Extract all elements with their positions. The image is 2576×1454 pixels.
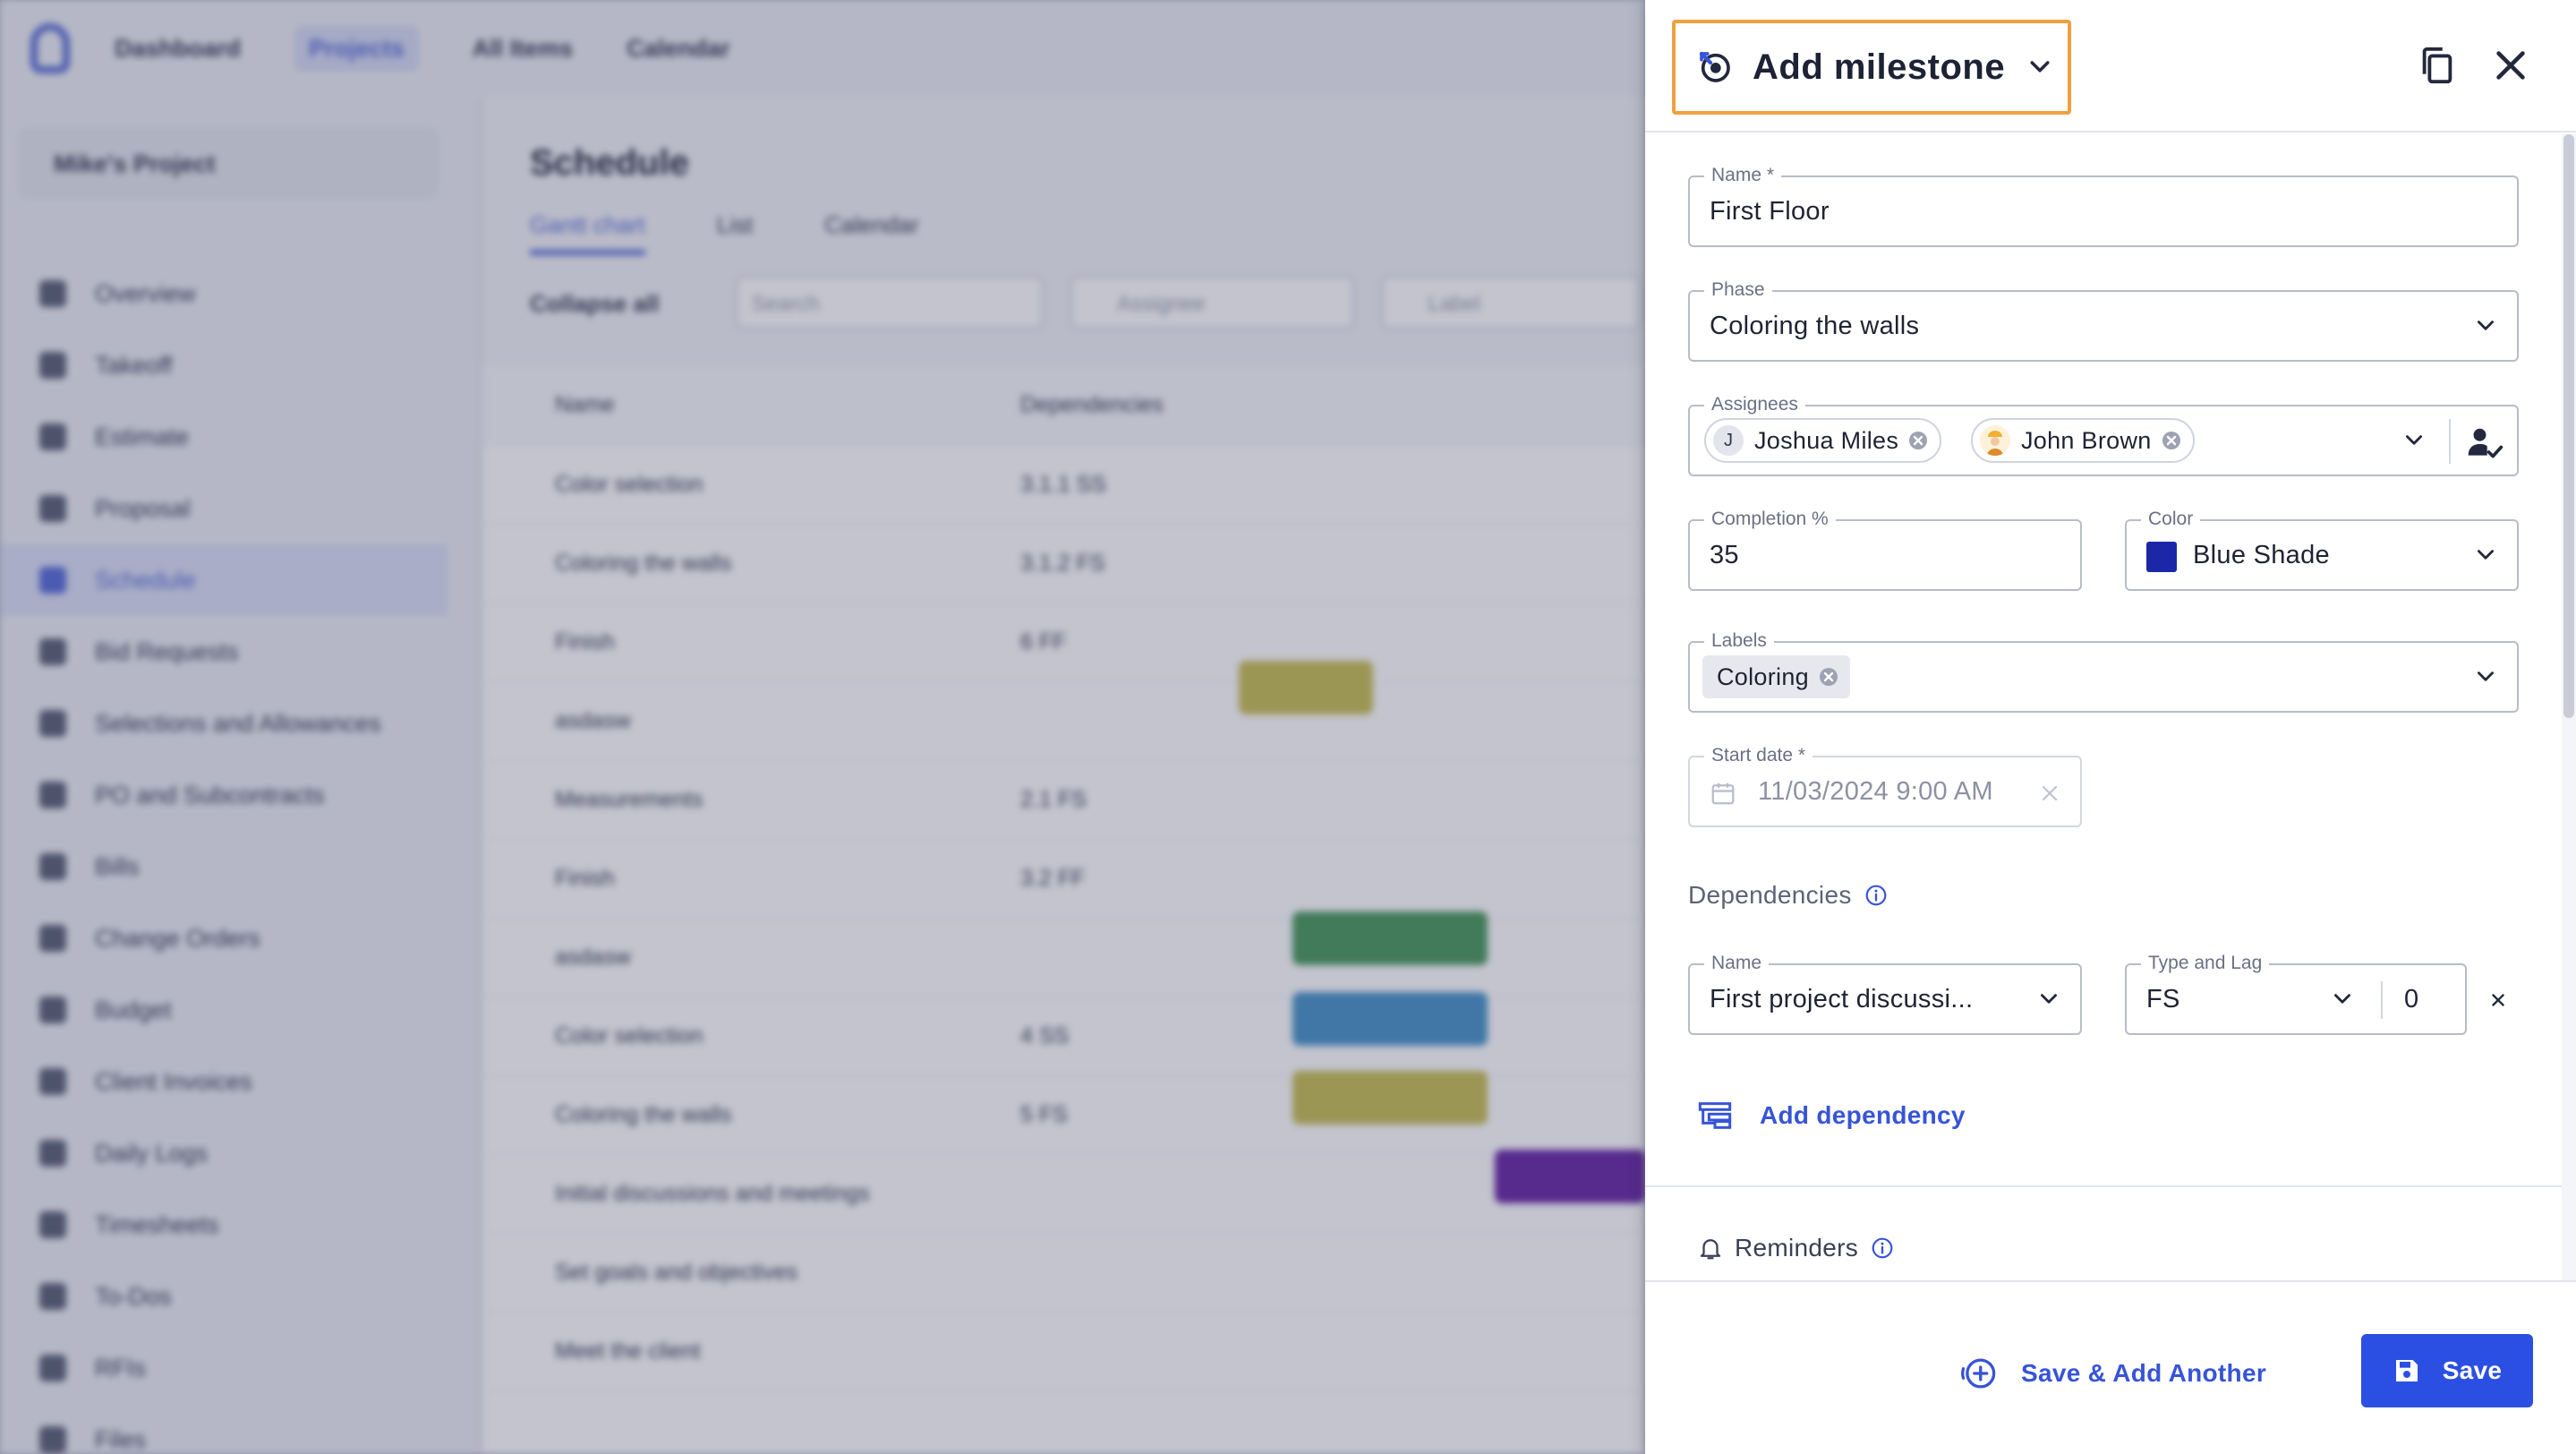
color-swatch (2146, 542, 2177, 572)
drawer-form: Name * First Floor Phase Coloring the wa… (1645, 134, 2562, 1280)
reminders-section-title: Reminders (1697, 1234, 1894, 1262)
save-and-add-another-button[interactable]: Save & Add Another (1960, 1338, 2266, 1409)
assign-user-icon[interactable] (2465, 423, 2504, 462)
drawer-header: Add milestone (1645, 0, 2576, 133)
assignee-chip-john-brown: John Brown (1971, 418, 2195, 463)
dependency-type-lag-field: Type and Lag FS 0 (2125, 953, 2467, 1035)
remove-chip-icon[interactable] (2161, 430, 2182, 451)
start-date-field[interactable]: Start date * 11/03/2024 9:00 AM (1688, 745, 2082, 827)
dependencies-section-title: Dependencies (1688, 881, 1888, 910)
color-select[interactable]: Color Blue Shade (2125, 509, 2519, 591)
completion-value: 35 (1710, 540, 1739, 569)
floppy-disk-icon (2395, 1360, 2418, 1381)
calendar-icon (1711, 783, 1735, 805)
avatar: J (1713, 425, 1744, 456)
dependency-type-select[interactable]: FS (2146, 965, 2180, 1033)
label-chip-coloring: Coloring (1702, 655, 1850, 698)
section-divider (1645, 1185, 2562, 1187)
drawer-scrollbar[interactable] (2562, 134, 2576, 1280)
info-icon[interactable] (1871, 1236, 1894, 1260)
dependency-name-select[interactable]: Name First project discussi... (1688, 953, 2082, 1035)
labels-label: Labels (1704, 630, 1774, 652)
assignee-chip-joshua-miles: J Joshua Miles (1704, 418, 1942, 463)
reminders-title-text: Reminders (1735, 1234, 1859, 1262)
chevron-down-icon (2478, 671, 2494, 681)
remove-chip-icon[interactable] (1818, 666, 1839, 688)
name-value: First Floor (1710, 196, 1830, 226)
name-field[interactable]: Name * First Floor (1688, 165, 2519, 247)
add-dependency-icon (1698, 1102, 1732, 1129)
worker-avatar-icon (1980, 425, 2010, 456)
drawer-title: Add milestone (1753, 47, 2006, 87)
color-value: Blue Shade (2193, 540, 2330, 569)
add-dependency-label: Add dependency (1760, 1101, 1966, 1129)
milestone-icon (1699, 51, 1730, 82)
save-label: Save (2442, 1356, 2503, 1384)
dependencies-title-text: Dependencies (1688, 881, 1852, 909)
modal-backdrop[interactable] (0, 0, 1645, 1454)
divider (2381, 981, 2383, 1019)
remove-chip-icon[interactable] (1907, 430, 1929, 451)
label-tag-text: Coloring (1717, 663, 1809, 690)
bell-icon (1700, 1239, 1721, 1260)
remove-dependency-icon[interactable] (2488, 990, 2508, 1010)
copy-icon[interactable] (2417, 45, 2458, 86)
close-icon[interactable] (2490, 45, 2531, 86)
item-type-selector[interactable]: Add milestone (1672, 20, 2071, 115)
color-label: Color (2141, 509, 2201, 530)
chevron-down-icon (2406, 435, 2422, 445)
dependency-lag-input[interactable]: 0 (2404, 965, 2418, 1033)
scrollbar-thumb[interactable] (2563, 134, 2574, 718)
clear-date-icon[interactable] (2039, 783, 2060, 804)
phase-value: Coloring the walls (1710, 311, 1920, 340)
assignee-name: John Brown (2021, 426, 2152, 454)
save-button[interactable]: Save (2361, 1334, 2533, 1407)
divider (2449, 419, 2451, 464)
add-dependency-button[interactable]: Add dependency (1697, 1098, 1966, 1133)
add-milestone-drawer: Add milestone Name * First Floor Phase C… (1645, 0, 2576, 1454)
chevron-down-icon (2478, 550, 2494, 560)
dependency-name-value: First project discussi... (1710, 984, 1974, 1014)
chevron-down-icon (2478, 321, 2494, 330)
chevron-down-icon (2030, 61, 2050, 73)
phase-select[interactable]: Phase Coloring the walls (1688, 279, 2519, 362)
chevron-down-icon (2334, 994, 2350, 1004)
drawer-footer: Save & Add Another Save (1645, 1280, 2576, 1454)
add-circle-icon (1961, 1358, 1996, 1389)
start-date-value: 11/03/2024 9:00 AM (1758, 776, 1993, 806)
assignees-label: Assignees (1704, 394, 1805, 415)
info-icon[interactable] (1864, 884, 1888, 907)
save-and-add-another-label: Save & Add Another (2021, 1359, 2267, 1387)
assignee-name: Joshua Miles (1754, 426, 1899, 454)
completion-field[interactable]: Completion % 35 (1688, 509, 2082, 591)
labels-select[interactable]: Labels Coloring (1688, 630, 2519, 713)
avatar (1980, 425, 2010, 456)
assignees-select[interactable]: Assignees J Joshua Miles John Brown (1688, 394, 2519, 476)
chevron-down-icon (2041, 994, 2057, 1004)
